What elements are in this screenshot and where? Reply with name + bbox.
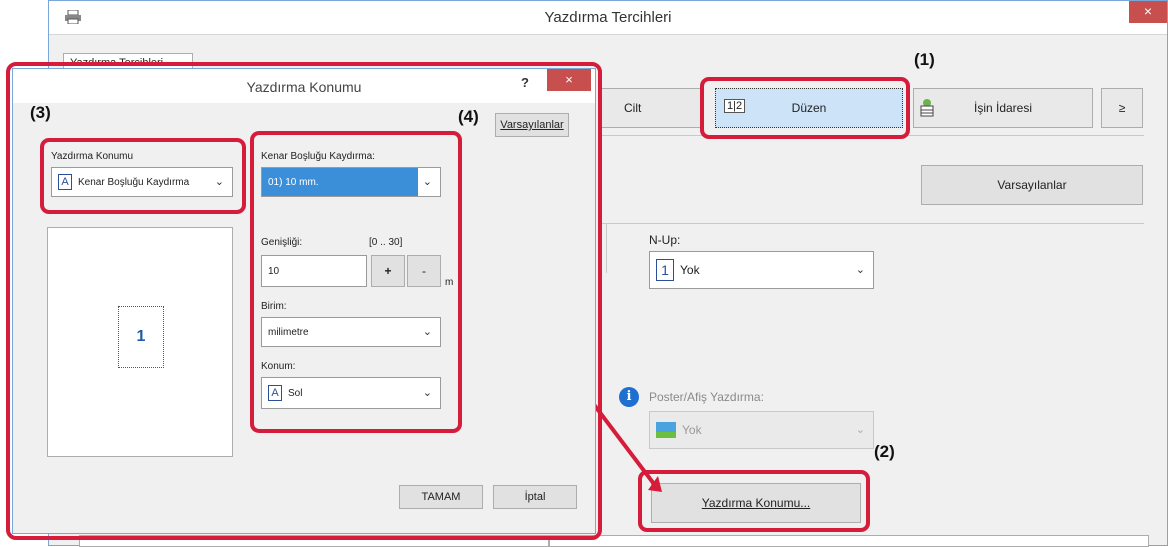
poster-select[interactable]: Yok ⌄: [649, 411, 874, 449]
chevron-down-icon: ⌄: [855, 264, 865, 276]
divider: [599, 223, 1144, 224]
callout-4: (4): [458, 107, 479, 126]
tab-job-handling-label: İşin İdaresi: [973, 101, 1033, 115]
more-tabs-button[interactable]: ≥: [1101, 88, 1143, 128]
highlight-margin-settings: [250, 131, 462, 433]
close-button[interactable]: ×: [1129, 1, 1167, 23]
defaults-button[interactable]: Varsayılanlar: [921, 165, 1143, 205]
tab-job-handling[interactable]: İşin İdaresi: [913, 88, 1093, 128]
page-icon: 1: [656, 259, 674, 281]
chevron-down-icon: ⌄: [855, 424, 865, 436]
nup-value: Yok: [680, 263, 700, 277]
divider: [606, 223, 607, 273]
highlight-print-position-select: [40, 138, 246, 214]
tab-cilt[interactable]: Cilt: [599, 88, 704, 128]
bottom-panel: [549, 535, 1149, 547]
callout-2: (2): [874, 442, 895, 461]
window-title: Yazdırma Tercihleri: [544, 9, 672, 26]
highlight-duzen-tab: [700, 77, 910, 139]
tab-cilt-label: Cilt: [624, 101, 642, 115]
callout-3: (3): [30, 103, 51, 122]
callout-arrow: [590, 400, 662, 492]
poster-value: Yok: [682, 423, 702, 437]
window-title-bar: Yazdırma Tercihleri ×: [49, 1, 1167, 35]
nup-select[interactable]: 1 Yok ⌄: [649, 251, 874, 289]
highlight-print-position-button: [638, 470, 870, 532]
nup-label: N-Up:: [649, 233, 681, 247]
job-handling-icon: [920, 99, 934, 117]
callout-1: (1): [914, 50, 935, 69]
